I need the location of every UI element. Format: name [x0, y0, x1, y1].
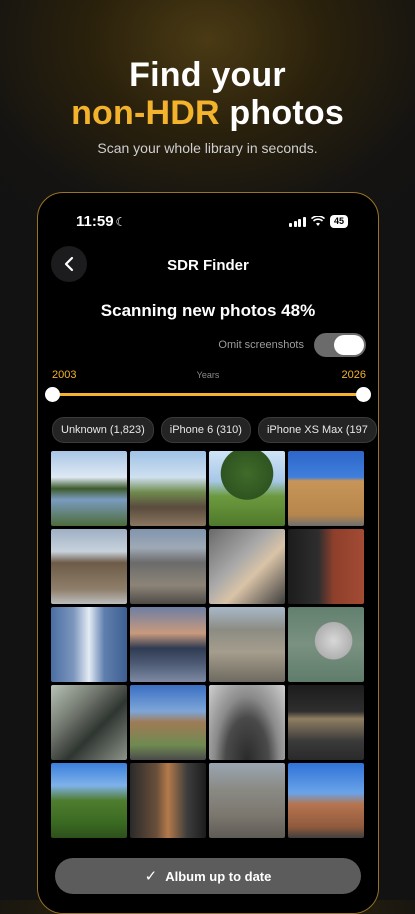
photo-thumbnail[interactable]	[288, 607, 364, 682]
photo-thumbnail[interactable]	[288, 763, 364, 838]
year-end: 2026	[341, 369, 366, 381]
battery-icon: 45	[329, 215, 348, 228]
photo-thumbnail[interactable]	[288, 451, 364, 526]
photo-thumbnail[interactable]	[130, 451, 206, 526]
hero: Find your non-HDR photos Scan your whole…	[0, 56, 415, 156]
phone-frame: 11:59 ☾ 45 SDR Finder Scanning new photos…	[37, 192, 379, 914]
photo-thumbnail[interactable]	[51, 451, 127, 526]
status-bar: 11:59 ☾ 45	[38, 213, 378, 233]
photo-thumbnail[interactable]	[209, 763, 285, 838]
moon-icon: ☾	[115, 215, 127, 229]
photo-thumbnail[interactable]	[51, 763, 127, 838]
photo-thumbnail[interactable]	[209, 607, 285, 682]
album-status-label: Album up to date	[165, 868, 272, 884]
photo-thumbnail[interactable]	[130, 607, 206, 682]
signal-icon	[289, 216, 306, 227]
years-label: Years	[196, 370, 220, 380]
photo-thumbnail[interactable]	[51, 607, 127, 682]
nav-title: SDR Finder	[167, 257, 249, 274]
photo-thumbnail[interactable]	[209, 451, 285, 526]
photo-thumbnail[interactable]	[51, 685, 127, 760]
photo-thumbnail[interactable]	[288, 685, 364, 760]
photo-thumbnail[interactable]	[209, 529, 285, 604]
filter-chip-unknown[interactable]: Unknown (1,823)	[52, 417, 154, 443]
filter-chips: Unknown (1,823) iPhone 6 (310) iPhone XS…	[52, 417, 378, 443]
toggle-knob	[334, 335, 364, 355]
hero-title-line1: Find your	[129, 56, 286, 94]
photo-grid	[51, 451, 366, 838]
hero-subtitle: Scan your whole library in seconds.	[97, 140, 318, 156]
photo-thumbnail[interactable]	[130, 763, 206, 838]
photo-thumbnail[interactable]	[130, 529, 206, 604]
hero-title: Find your non-HDR photos	[0, 56, 415, 132]
photo-thumbnail[interactable]	[209, 685, 285, 760]
status-time: 11:59 ☾	[76, 213, 126, 230]
status-right: 45	[289, 215, 348, 228]
year-end-handle[interactable]	[356, 387, 371, 402]
album-status-button[interactable]: ✓ Album up to date	[55, 858, 361, 894]
filter-chip-iphone-xs-max[interactable]: iPhone XS Max (197	[257, 417, 377, 443]
hero-title-rest: photos	[229, 94, 344, 132]
year-range-track[interactable]	[52, 393, 364, 396]
checkmark-icon: ✓	[144, 868, 158, 885]
year-start-handle[interactable]	[45, 387, 60, 402]
filter-chip-iphone-6[interactable]: iPhone 6 (310)	[160, 417, 251, 443]
hero-title-accent: non-HDR	[71, 94, 220, 132]
photo-thumbnail[interactable]	[288, 529, 364, 604]
omit-screenshots-label: Omit screenshots	[218, 339, 304, 351]
scan-status: Scanning new photos 48%	[100, 301, 316, 320]
status-time-text: 11:59	[76, 213, 114, 230]
omit-screenshots-toggle[interactable]	[314, 333, 366, 357]
photo-thumbnail[interactable]	[130, 685, 206, 760]
photo-thumbnail[interactable]	[51, 529, 127, 604]
wifi-icon	[310, 216, 325, 226]
